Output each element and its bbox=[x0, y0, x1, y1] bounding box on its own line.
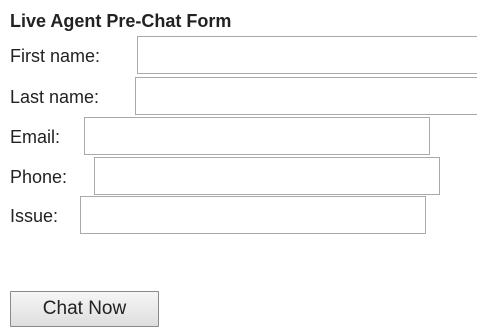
issue-label: Issue: bbox=[10, 206, 59, 226]
form-title: Live Agent Pre-Chat Form bbox=[10, 11, 232, 31]
last-name-label: Last name: bbox=[10, 87, 100, 107]
phone-label: Phone: bbox=[10, 167, 68, 187]
chat-now-button[interactable]: Chat Now bbox=[10, 291, 159, 327]
email-label: Email: bbox=[10, 127, 61, 147]
first-name-input[interactable] bbox=[137, 36, 477, 74]
issue-input[interactable] bbox=[80, 196, 426, 234]
phone-input[interactable] bbox=[94, 157, 440, 195]
first-name-label: First name: bbox=[10, 46, 101, 66]
last-name-input[interactable] bbox=[135, 77, 477, 115]
email-input[interactable] bbox=[84, 117, 430, 155]
